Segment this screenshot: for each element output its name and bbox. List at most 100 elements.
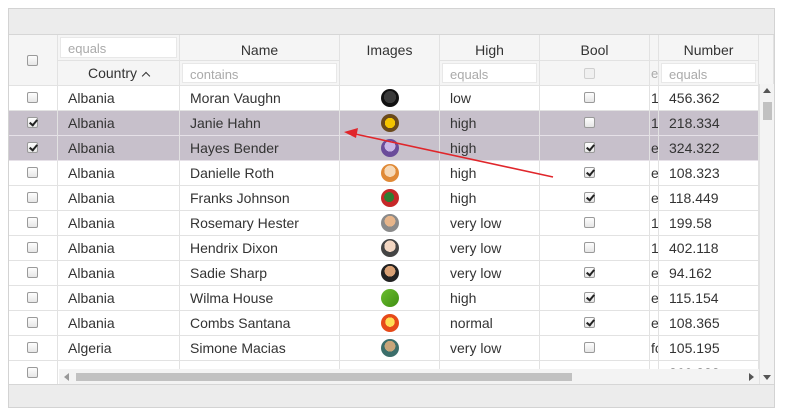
bool-checkbox[interactable] [584,92,595,103]
extra-value: 1 [651,115,659,131]
bool-checkbox[interactable] [584,342,595,353]
avatar-purple-icon [381,139,399,157]
row-select-checkbox[interactable] [27,242,38,253]
horizontal-scrollbar[interactable] [59,369,759,384]
name-value: Danielle Roth [190,165,275,181]
country-value: Albania [68,165,115,181]
name-value: Combs Santana [190,315,291,331]
row-select-checkbox[interactable] [27,317,38,328]
high-value: very low [450,265,502,281]
country-cell: Albania [58,186,180,211]
extra-filter-input[interactable]: e [651,61,658,85]
extra-cell: 1 [650,211,659,236]
number-value: 118.449 [669,190,719,206]
bool-checkbox[interactable] [584,292,595,303]
bool-checkbox[interactable] [584,217,595,228]
header-number[interactable]: Number [659,35,759,61]
extra-value: e [651,315,659,331]
extra-cell: 1 [650,86,659,111]
header-bool[interactable]: Bool [540,35,650,61]
header-high[interactable]: High [440,35,540,61]
name-value: Moran Vaughn [190,90,281,106]
country-value: Albania [68,115,115,131]
image-cell [340,111,440,136]
extra-value: e [651,290,659,306]
bool-checkbox[interactable] [584,192,595,203]
high-value: high [450,140,477,156]
country-value: Albania [68,290,115,306]
avatar-dark-icon [381,89,399,107]
name-cell: Sadie Sharp [180,261,340,286]
bool-checkbox[interactable] [584,242,595,253]
header-country-filter-cell: equals [58,35,180,61]
header-select-all-cell [9,35,58,86]
name-value: Franks Johnson [190,190,290,206]
country-value: Albania [68,90,115,106]
extra-value: e [651,265,659,281]
horizontal-scroll-thumb[interactable] [76,373,572,381]
high-value: high [450,115,477,131]
row-select-checkbox[interactable] [27,292,38,303]
bool-checkbox[interactable] [584,167,595,178]
scroll-up-arrow-icon[interactable] [763,88,771,93]
number-cell: 324.322 [659,136,759,161]
row-select-checkbox[interactable] [27,142,38,153]
number-filter-input[interactable]: equals [661,63,756,83]
row-select-checkbox[interactable] [27,192,38,203]
row-select-cell [9,261,58,286]
row-select-checkbox[interactable] [27,167,38,178]
bool-checkbox[interactable] [584,317,595,328]
country-cell: Albania [58,261,180,286]
select-all-checkbox[interactable] [27,55,38,66]
scroll-down-arrow-icon[interactable] [763,375,771,380]
country-cell: Albania [58,236,180,261]
row-select-cell [9,211,58,236]
row-select-checkbox[interactable] [27,342,38,353]
extra-cell: e [650,311,659,336]
row-select-checkbox[interactable] [27,367,38,378]
name-filter-input[interactable]: contains [182,63,337,83]
bool-checkbox[interactable] [584,267,595,278]
bool-checkbox[interactable] [584,117,595,128]
header-country[interactable]: Country [58,61,180,86]
name-cell: Hendrix Dixon [180,236,340,261]
row-select-checkbox[interactable] [27,217,38,228]
bool-checkbox[interactable] [584,142,595,153]
country-value: Albania [68,215,115,231]
number-cell: 402.118 [659,236,759,261]
name-cell: Rosemary Hester [180,211,340,236]
bool-cell [540,111,650,136]
row-select-cell [9,136,58,161]
name-cell: Moran Vaughn [180,86,340,111]
country-filter-input[interactable]: equals [60,37,177,58]
high-value: very low [450,240,502,256]
grid-top-panel [9,9,774,35]
row-select-cell [9,311,58,336]
country-cell: Albania [58,286,180,311]
country-cell: Algeria [58,336,180,361]
row-select-cell [9,361,58,384]
header-images[interactable]: Images [340,35,440,86]
scroll-left-arrow-icon[interactable] [64,373,69,381]
high-filter-input[interactable]: equals [442,63,537,83]
country-value: Albania [68,240,115,256]
extra-cell: 1 [650,111,659,136]
grid-viewport: equals Country Name contains Images High equal… [9,35,774,384]
vertical-scroll-thumb[interactable] [763,102,772,120]
extra-value: e [651,165,659,181]
row-select-checkbox[interactable] [27,92,38,103]
header-name[interactable]: Name [180,35,340,61]
header-extra[interactable] [650,35,659,61]
vertical-scrollbar[interactable] [759,84,774,384]
avatar-brown-icon [381,264,399,282]
bool-cell [540,261,650,286]
high-header-label: High [475,42,504,58]
bool-cell [540,136,650,161]
scroll-right-arrow-icon[interactable] [749,373,754,381]
number-value: 199.58 [669,215,712,231]
row-select-checkbox[interactable] [27,267,38,278]
high-value: very low [450,215,502,231]
bool-cell [540,336,650,361]
row-select-checkbox[interactable] [27,117,38,128]
extra-value: e [651,190,659,206]
